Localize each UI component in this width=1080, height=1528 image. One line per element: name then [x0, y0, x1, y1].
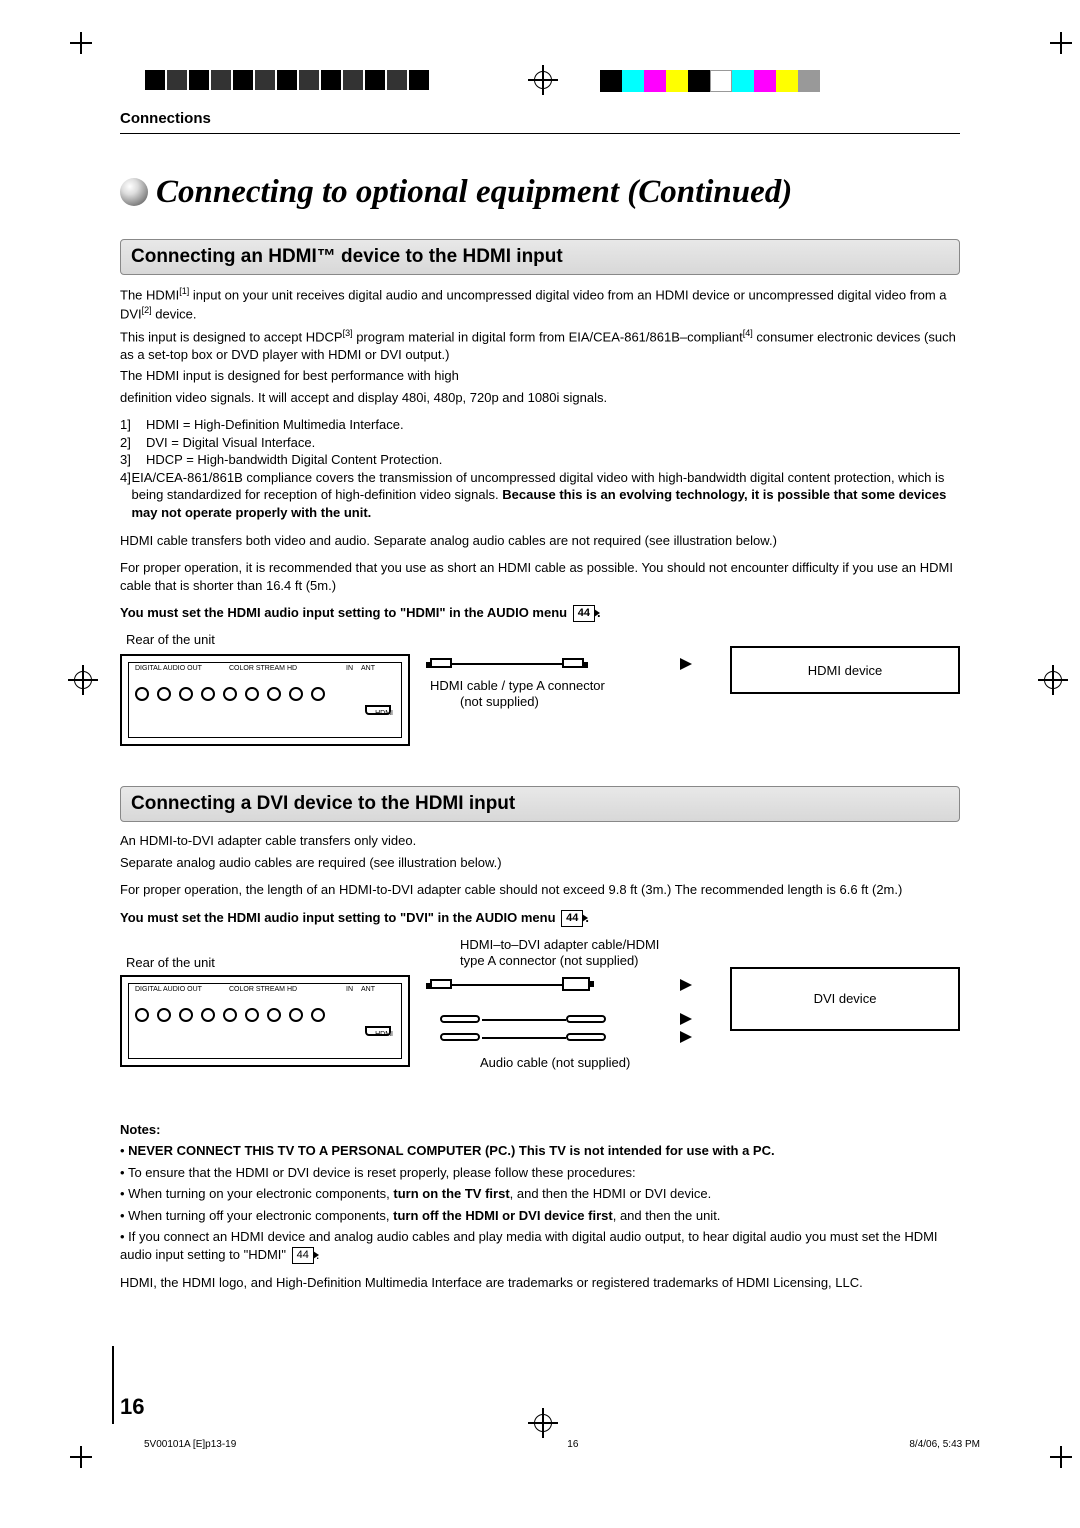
body-paragraph: For proper operation, the length of an H…: [120, 881, 960, 899]
rear-panel-icon: DIGITAL AUDIO OUT COLOR STREAM HD IN ANT…: [120, 975, 410, 1067]
footer-file: 5V00101A [E]p13-19: [144, 1439, 236, 1450]
bullet-sphere-icon: [120, 178, 148, 206]
figure-hdmi-connection: Rear of the unit DIGITAL AUDIO OUT COLOR…: [120, 632, 960, 762]
side-mark-left-icon: [68, 665, 98, 695]
dvi-plug-icon: [562, 977, 590, 991]
crop-mark-icon: [70, 1446, 92, 1468]
page-ref-icon: 44: [292, 1247, 314, 1264]
page-ref-icon: 44: [573, 605, 595, 622]
hdmi-plug-icon: [562, 658, 584, 668]
crop-mark-icon: [1050, 32, 1072, 54]
page-number-bar: [112, 1346, 114, 1424]
figure-dvi-connection: HDMI–to–DVI adapter cable/HDMI type A co…: [120, 937, 960, 1097]
caption-supplied: (not supplied): [460, 694, 539, 709]
body-paragraph-bold: You must set the HDMI audio input settin…: [120, 604, 960, 622]
arrow-icon: [680, 1013, 692, 1025]
caption-cable: HDMI–to–DVI adapter cable/HDMI: [460, 937, 659, 952]
body-paragraph: The HDMI[1] input on your unit receives …: [120, 285, 960, 406]
hdmi-plug-icon: [430, 979, 452, 989]
arrow-icon: [680, 1031, 692, 1043]
footer-date: 8/4/06, 5:43 PM: [909, 1439, 980, 1450]
crop-mark-icon: [1050, 1446, 1072, 1468]
page-ref-icon: 44: [561, 910, 583, 927]
registration-marks-left: [145, 70, 431, 90]
registration-marks-right: [600, 70, 820, 92]
audio-plug-icon: [566, 1033, 606, 1041]
definitions-list: 1]HDMI = High-Definition Multimedia Inte…: [120, 416, 960, 521]
print-footer: 5V00101A [E]p13-19 16 8/4/06, 5:43 PM: [144, 1439, 980, 1450]
arrow-icon: [680, 979, 692, 991]
section-heading-hdmi: Connecting an HDMI™ device to the HDMI i…: [120, 239, 960, 275]
body-paragraph-bold: You must set the HDMI audio input settin…: [120, 909, 960, 927]
caption-audio: Audio cable (not supplied): [480, 1055, 630, 1070]
caption-rear: Rear of the unit: [126, 955, 215, 970]
crop-mark-icon: [70, 32, 92, 54]
section-heading-dvi: Connecting a DVI device to the HDMI inpu…: [120, 786, 960, 822]
section-header: Connections: [120, 110, 960, 134]
hdmi-plug-icon: [430, 658, 452, 668]
rear-panel-icon: DIGITAL AUDIO OUT COLOR STREAM HD IN ANT…: [120, 654, 410, 746]
caption-rear: Rear of the unit: [126, 632, 215, 647]
body-paragraph: An HDMI-to-DVI adapter cable transfers o…: [120, 832, 960, 871]
page-number: 16: [120, 1394, 144, 1420]
crosshair-bottom-icon: [528, 1408, 558, 1438]
page-title: Connecting to optional equipment (Contin…: [120, 174, 960, 211]
trademark-text: HDMI, the HDMI logo, and High-Definition…: [120, 1274, 960, 1292]
caption-cable: HDMI cable / type A connector: [430, 678, 605, 693]
caption-cable: type A connector (not supplied): [460, 953, 639, 968]
audio-plug-icon: [440, 1033, 480, 1041]
body-paragraph: HDMI cable transfers both video and audi…: [120, 532, 960, 550]
side-mark-right-icon: [1038, 665, 1068, 695]
audio-plug-icon: [566, 1015, 606, 1023]
footer-page: 16: [567, 1439, 578, 1450]
dvi-device-box: DVI device: [730, 967, 960, 1031]
audio-plug-icon: [440, 1015, 480, 1023]
body-paragraph: For proper operation, it is recommended …: [120, 559, 960, 594]
title-text: Connecting to optional equipment (Contin…: [156, 174, 792, 210]
hdmi-device-box: HDMI device: [730, 646, 960, 694]
arrow-icon: [680, 658, 692, 670]
notes-block: Notes: • NEVER CONNECT THIS TV TO A PERS…: [120, 1121, 960, 1264]
crosshair-top-icon: [528, 65, 558, 95]
